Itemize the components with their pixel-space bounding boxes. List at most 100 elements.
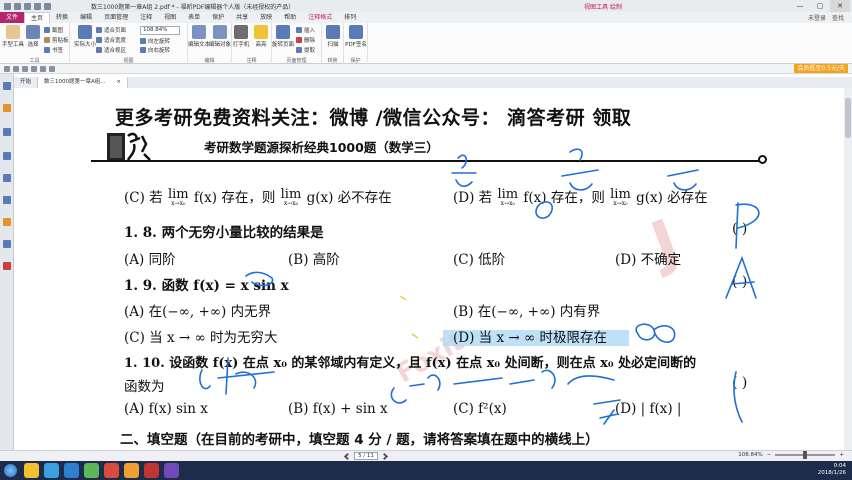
q110-option-c: (C) f²(x) xyxy=(453,401,507,417)
maximize-button[interactable]: ▢ xyxy=(810,0,830,12)
properties-icon[interactable] xyxy=(3,240,11,248)
tab-file[interactable]: 文件 xyxy=(0,12,25,23)
highlight-icon xyxy=(254,25,268,39)
next-page-icon[interactable] xyxy=(380,452,389,460)
ie-icon[interactable] xyxy=(64,463,79,478)
select-button[interactable]: 选择 xyxy=(22,25,44,48)
q110-option-a: (A) f(x) sin x xyxy=(124,401,208,417)
undo-icon[interactable] xyxy=(44,2,51,10)
vertical-scrollbar[interactable] xyxy=(844,88,852,450)
rotate-left-button[interactable]: 向左旋转 xyxy=(140,37,170,45)
security-icon[interactable] xyxy=(3,218,11,226)
hand-icon xyxy=(6,25,20,39)
select-small-icon[interactable] xyxy=(13,65,19,72)
tab-present[interactable]: 放映 xyxy=(254,12,278,23)
start-button[interactable] xyxy=(4,464,17,477)
app-icon-orange[interactable] xyxy=(124,463,139,478)
zoom-input[interactable]: 108.84% xyxy=(140,26,180,35)
prev-page-icon[interactable] xyxy=(343,452,352,460)
attachment-icon[interactable] xyxy=(3,174,11,182)
document-tabs: 开始 数三1000题第一章A组... × xyxy=(14,77,852,88)
snapshot-button[interactable]: 截图 xyxy=(44,26,63,34)
pen-small-icon[interactable] xyxy=(31,65,37,72)
tab-view[interactable]: 视图 xyxy=(158,12,182,23)
typewriter-button[interactable]: 打字机 xyxy=(230,25,252,48)
zoom-small-icon[interactable] xyxy=(22,65,28,72)
zoom-out-icon[interactable]: − xyxy=(767,452,772,458)
app-icon-purple[interactable] xyxy=(164,463,179,478)
pdf-sign-button[interactable]: PDF签名 xyxy=(345,25,367,48)
limit-symbol: lim x→x₀ xyxy=(610,186,631,207)
tab-page-manage[interactable]: 页面管理 xyxy=(98,12,134,23)
answer-paren-1-9: ( ) xyxy=(732,274,748,290)
bookmark-panel-icon[interactable] xyxy=(3,104,11,112)
page-thumbnail-icon[interactable] xyxy=(3,82,11,90)
tab-comment[interactable]: 注释 xyxy=(134,12,158,23)
print-icon[interactable] xyxy=(34,2,41,10)
insert-button[interactable]: 插入 xyxy=(296,26,315,34)
tab-share[interactable]: 共享 xyxy=(230,12,254,23)
zoom-slider-knob[interactable] xyxy=(803,451,808,459)
bookmark-icon xyxy=(44,47,50,53)
eraser-small-icon[interactable] xyxy=(40,65,46,72)
fit-width-button[interactable]: 适合宽度 xyxy=(96,36,126,44)
highlight-button[interactable]: 高亮 xyxy=(250,25,272,48)
typewriter-icon xyxy=(234,25,248,39)
rotate-right-button[interactable]: 向右旋转 xyxy=(140,46,170,54)
save-icon[interactable] xyxy=(24,2,31,10)
zoom-in-icon[interactable]: + xyxy=(839,452,844,458)
tab-comment-format[interactable]: 注释格式 xyxy=(302,12,338,23)
tab-current-document[interactable]: 数三1000题第一章A组... × xyxy=(38,77,129,88)
clipboard-button[interactable]: 剪贴板 xyxy=(44,36,69,44)
group-protect: PDF签名 保护 xyxy=(344,23,368,64)
hand-small-icon[interactable] xyxy=(4,65,10,72)
extract-icon xyxy=(296,47,302,53)
close-button[interactable]: ✕ xyxy=(830,0,850,12)
foxit-icon[interactable] xyxy=(144,463,159,478)
scroll-thumb[interactable] xyxy=(845,98,851,138)
edit-object-button[interactable]: 编辑对象 xyxy=(209,25,231,48)
system-clock[interactable]: 0:04 2018/1/26 xyxy=(818,463,846,477)
search-link[interactable]: 查找 xyxy=(832,13,844,22)
open-icon[interactable] xyxy=(14,2,21,10)
tab-start[interactable]: 开始 xyxy=(14,77,39,88)
chat-icon[interactable] xyxy=(84,463,99,478)
tab-edit[interactable]: 编辑 xyxy=(74,12,98,23)
tab-protect[interactable]: 保护 xyxy=(206,12,230,23)
delete-button[interactable]: 删除 xyxy=(296,36,315,44)
delete-icon xyxy=(296,37,302,43)
fit-visible-button[interactable]: 适合视区 xyxy=(96,46,126,54)
paperclip-icon[interactable] xyxy=(3,196,11,204)
signature-panel-icon[interactable] xyxy=(3,262,11,270)
signature-icon xyxy=(349,25,363,39)
tab-home[interactable]: 主页 xyxy=(24,12,51,23)
explorer-icon[interactable] xyxy=(24,463,39,478)
scan-button[interactable]: 扫描 xyxy=(322,25,344,48)
page-number-input[interactable]: 5 / 11 xyxy=(354,452,378,460)
app-icon-red[interactable] xyxy=(104,463,119,478)
tab-convert[interactable]: 转换 xyxy=(50,12,74,23)
edit-text-button[interactable]: 编辑文本 xyxy=(188,25,210,48)
extract-button[interactable]: 提取 xyxy=(296,46,315,54)
watermark-large: J xyxy=(642,206,688,280)
comments-panel-icon[interactable] xyxy=(3,152,11,160)
layers-icon[interactable] xyxy=(3,128,11,136)
bookmark-button[interactable]: 书签 xyxy=(44,46,63,54)
group-comment: 打字机 高亮 注释 xyxy=(232,23,272,64)
login-status[interactable]: 未登录 xyxy=(808,13,826,22)
actual-size-button[interactable]: 实际大小 xyxy=(74,25,96,48)
actual-size-icon xyxy=(78,25,92,39)
zoom-slider[interactable] xyxy=(775,451,836,459)
document-page[interactable]: Foxit J 更多考研免费资料关注：微博 /微信公众号： 滴答考研 领取 考研… xyxy=(14,88,844,450)
hand-tool-button[interactable]: 手型工具 xyxy=(2,25,24,48)
tab-arrange[interactable]: 排列 xyxy=(338,12,362,23)
membership-promo[interactable]: 会员低至0.5元/天 xyxy=(794,64,848,73)
tab-form[interactable]: 表单 xyxy=(182,12,206,23)
tab-help[interactable]: 帮助 xyxy=(278,12,302,23)
fit-page-button[interactable]: 适合页面 xyxy=(96,26,126,34)
rotate-page-button[interactable]: 旋转页面 xyxy=(272,25,294,48)
browser-icon[interactable] xyxy=(44,463,59,478)
minimize-button[interactable]: — xyxy=(790,0,810,12)
close-tab-icon[interactable]: × xyxy=(116,77,121,88)
highlighter-small-icon[interactable] xyxy=(49,65,55,72)
